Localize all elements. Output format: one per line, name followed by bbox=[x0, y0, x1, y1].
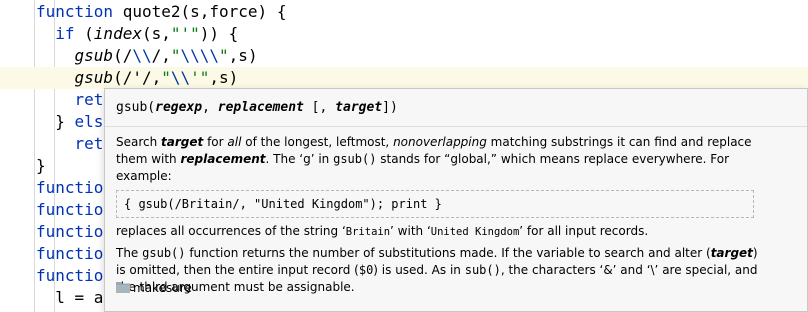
doc-source-footer[interactable]: makesure bbox=[116, 279, 192, 297]
code-token: functio bbox=[36, 178, 104, 197]
doc-emphasis: all bbox=[227, 135, 242, 149]
code-token: (/'/, bbox=[113, 68, 162, 87]
code-token: ,s) bbox=[209, 68, 239, 87]
doc-text: ’ with ‘ bbox=[390, 224, 431, 238]
code-token: /, bbox=[151, 46, 171, 65]
doc-term-target: target bbox=[161, 135, 204, 149]
doc-text: replaces all occurrences of the string ‘ bbox=[116, 224, 346, 238]
code-text: function quote2(s,force) { bbox=[36, 1, 286, 23]
code-token: " bbox=[161, 68, 171, 87]
code-token: ret bbox=[74, 90, 104, 109]
code-token: " bbox=[219, 46, 229, 65]
param-regexp: regexp bbox=[155, 100, 203, 115]
param-target: target bbox=[335, 100, 383, 115]
code-token: gsub bbox=[74, 68, 114, 87]
code-token: " bbox=[170, 46, 181, 65]
code-token: quote2(s,force) { bbox=[113, 2, 287, 21]
doc-emphasis: nonoverlapping bbox=[393, 135, 487, 149]
doc-paragraph-2: replaces all occurrences of the string ‘… bbox=[116, 223, 766, 241]
param-replacement: replacement bbox=[217, 100, 304, 115]
doc-text: ) is used. As in bbox=[373, 263, 465, 277]
doc-paragraph-1: Search target for all of the longest, le… bbox=[116, 134, 766, 185]
code-token: if bbox=[55, 24, 75, 43]
doc-source-label: makesure bbox=[133, 281, 192, 295]
code-text: if (index(s,"'")) { bbox=[36, 23, 238, 45]
code-text: functio bbox=[36, 221, 103, 243]
code-text: l = a bbox=[36, 287, 103, 309]
documentation-body: Search target for all of the longest, le… bbox=[116, 134, 766, 296]
code-token: (s, bbox=[141, 24, 171, 43]
code-token: \\ bbox=[170, 68, 191, 87]
code-token: } bbox=[36, 112, 75, 131]
code-token: els bbox=[74, 112, 104, 131]
code-token: functio bbox=[36, 266, 104, 285]
code-text: functio bbox=[36, 177, 103, 199]
code-line[interactable]: if (index(s,"'")) { bbox=[0, 23, 808, 45]
code-token: } bbox=[36, 156, 46, 175]
code-text: functio bbox=[36, 199, 103, 221]
doc-code: United Kingdom bbox=[430, 226, 520, 238]
code-token: gsub bbox=[74, 46, 114, 65]
code-token: index bbox=[93, 24, 142, 43]
doc-code: sub() bbox=[464, 263, 501, 277]
doc-term-replacement: replacement bbox=[180, 152, 266, 166]
code-line[interactable]: gsub(/'/,"\\'",s) bbox=[0, 67, 808, 89]
doc-code: Britain bbox=[345, 226, 391, 238]
code-token: ( bbox=[74, 24, 94, 43]
optional-bracket: [, bbox=[303, 100, 336, 115]
code-token: l = a bbox=[36, 288, 104, 307]
doc-code: gsub() bbox=[142, 246, 186, 260]
example-code-block: { gsub(/Britain/, "United Kingdom"); pri… bbox=[116, 190, 754, 218]
code-token: (/ bbox=[113, 46, 133, 65]
code-token: functio bbox=[36, 244, 104, 263]
code-token: functio bbox=[36, 222, 104, 241]
doc-text: Search bbox=[116, 135, 162, 149]
code-token: ,s) bbox=[228, 46, 258, 65]
doc-text: The bbox=[116, 246, 143, 260]
code-text: functio bbox=[36, 243, 103, 265]
signature-close: ]) bbox=[382, 100, 398, 115]
doc-text: function returns the number of substitut… bbox=[185, 246, 711, 260]
code-token: \\ bbox=[132, 46, 152, 65]
code-line[interactable]: gsub(/\\/,"\\\\",s) bbox=[0, 45, 808, 67]
code-token: ret bbox=[74, 134, 104, 153]
doc-text: for bbox=[203, 135, 228, 149]
doc-code: $0 bbox=[358, 263, 374, 277]
doc-code: gsub() bbox=[333, 152, 377, 166]
folder-icon bbox=[116, 280, 130, 293]
code-token: )) { bbox=[199, 24, 239, 43]
function-name: gsub( bbox=[116, 100, 156, 115]
code-token: '" bbox=[190, 68, 210, 87]
doc-text: ’ for all input records. bbox=[519, 224, 649, 238]
doc-text: . The ‘g’ in bbox=[265, 152, 334, 166]
doc-paragraph-3: The gsub() function returns the number o… bbox=[116, 245, 766, 296]
code-text: ret bbox=[36, 89, 104, 111]
signature-bar: gsub(regexp, replacement [, target]) bbox=[105, 89, 807, 127]
code-text: functio bbox=[36, 265, 103, 287]
code-text: } els bbox=[36, 111, 103, 133]
param-separator: , bbox=[202, 100, 218, 115]
code-text: gsub(/\\/,"\\\\",s) bbox=[36, 45, 258, 67]
code-text: gsub(/'/,"\\'",s) bbox=[36, 67, 239, 89]
code-token: functio bbox=[36, 200, 104, 219]
code-text: } bbox=[36, 155, 46, 177]
documentation-popup: gsub(regexp, replacement [, target]) Sea… bbox=[104, 88, 808, 312]
code-line[interactable]: function quote2(s,force) { bbox=[0, 1, 808, 23]
doc-term-target: target bbox=[710, 246, 753, 260]
code-token: \\\\ bbox=[180, 46, 220, 65]
code-token: function bbox=[36, 2, 114, 21]
code-token: "'" bbox=[170, 24, 200, 43]
doc-text: of the longest, leftmost, bbox=[241, 135, 394, 149]
code-text: ret bbox=[36, 133, 104, 155]
